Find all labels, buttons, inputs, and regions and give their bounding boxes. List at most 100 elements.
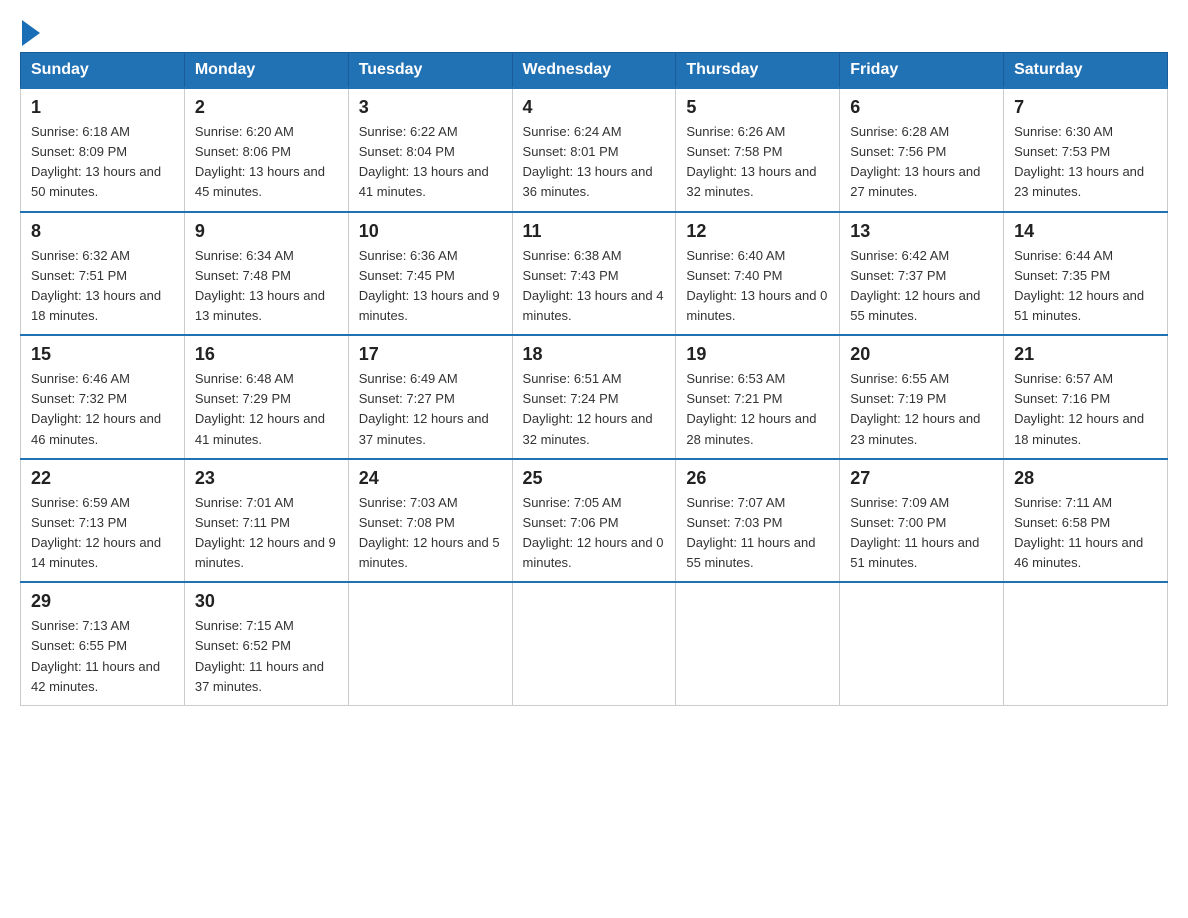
day-info: Sunrise: 6:18 AMSunset: 8:09 PMDaylight:… (31, 122, 174, 203)
day-number: 7 (1014, 97, 1157, 118)
calendar-cell: 11Sunrise: 6:38 AMSunset: 7:43 PMDayligh… (512, 212, 676, 336)
weekday-header-friday: Friday (840, 53, 1004, 89)
day-info: Sunrise: 7:11 AMSunset: 6:58 PMDaylight:… (1014, 493, 1157, 574)
calendar-cell: 9 Sunrise: 6:34 AMSunset: 7:48 PMDaylight… (184, 212, 348, 336)
calendar-cell: 28 Sunrise: 7:11 AMSunset: 6:58 PMDayligh… (1004, 459, 1168, 583)
calendar-cell: 17Sunrise: 6:49 AMSunset: 7:27 PMDayligh… (348, 335, 512, 459)
calendar-week-row: 15 Sunrise: 6:46 AMSunset: 7:32 PMDayligh… (21, 335, 1168, 459)
day-number: 10 (359, 221, 502, 242)
day-info: Sunrise: 6:30 AMSunset: 7:53 PMDaylight:… (1014, 122, 1157, 203)
day-info: Sunrise: 7:13 AMSunset: 6:55 PMDaylight:… (31, 616, 174, 697)
day-number: 27 (850, 468, 993, 489)
day-info: Sunrise: 6:49 AMSunset: 7:27 PMDaylight:… (359, 369, 502, 450)
calendar-cell (840, 582, 1004, 705)
day-number: 22 (31, 468, 174, 489)
day-info: Sunrise: 6:20 AMSunset: 8:06 PMDaylight:… (195, 122, 338, 203)
day-info: Sunrise: 6:34 AMSunset: 7:48 PMDaylight:… (195, 246, 338, 327)
day-number: 14 (1014, 221, 1157, 242)
day-number: 8 (31, 221, 174, 242)
day-number: 20 (850, 344, 993, 365)
weekday-header-saturday: Saturday (1004, 53, 1168, 89)
day-info: Sunrise: 6:59 AMSunset: 7:13 PMDaylight:… (31, 493, 174, 574)
day-info: Sunrise: 6:48 AMSunset: 7:29 PMDaylight:… (195, 369, 338, 450)
weekday-header-tuesday: Tuesday (348, 53, 512, 89)
day-number: 16 (195, 344, 338, 365)
day-number: 15 (31, 344, 174, 365)
calendar-cell: 30 Sunrise: 7:15 AMSunset: 6:52 PMDayligh… (184, 582, 348, 705)
day-number: 29 (31, 591, 174, 612)
page-header (20, 20, 1168, 42)
day-info: Sunrise: 6:53 AMSunset: 7:21 PMDaylight:… (686, 369, 829, 450)
calendar-cell: 19 Sunrise: 6:53 AMSunset: 7:21 PMDayligh… (676, 335, 840, 459)
calendar-cell: 7 Sunrise: 6:30 AMSunset: 7:53 PMDaylight… (1004, 88, 1168, 212)
calendar-cell: 25 Sunrise: 7:05 AMSunset: 7:06 PMDayligh… (512, 459, 676, 583)
calendar-cell: 24Sunrise: 7:03 AMSunset: 7:08 PMDayligh… (348, 459, 512, 583)
calendar-cell: 3 Sunrise: 6:22 AMSunset: 8:04 PMDaylight… (348, 88, 512, 212)
weekday-header-monday: Monday (184, 53, 348, 89)
day-number: 9 (195, 221, 338, 242)
day-number: 25 (523, 468, 666, 489)
day-info: Sunrise: 6:22 AMSunset: 8:04 PMDaylight:… (359, 122, 502, 203)
day-number: 28 (1014, 468, 1157, 489)
calendar-cell: 2 Sunrise: 6:20 AMSunset: 8:06 PMDaylight… (184, 88, 348, 212)
day-number: 2 (195, 97, 338, 118)
day-info: Sunrise: 7:15 AMSunset: 6:52 PMDaylight:… (195, 616, 338, 697)
day-info: Sunrise: 7:01 AMSunset: 7:11 PMDaylight:… (195, 493, 338, 574)
day-number: 24 (359, 468, 502, 489)
calendar-cell: 26Sunrise: 7:07 AMSunset: 7:03 PMDayligh… (676, 459, 840, 583)
day-number: 21 (1014, 344, 1157, 365)
day-number: 5 (686, 97, 829, 118)
calendar-cell: 15 Sunrise: 6:46 AMSunset: 7:32 PMDayligh… (21, 335, 185, 459)
calendar-cell: 29 Sunrise: 7:13 AMSunset: 6:55 PMDayligh… (21, 582, 185, 705)
day-info: Sunrise: 6:46 AMSunset: 7:32 PMDaylight:… (31, 369, 174, 450)
logo (20, 20, 40, 42)
weekday-header-sunday: Sunday (21, 53, 185, 89)
calendar-cell: 14 Sunrise: 6:44 AMSunset: 7:35 PMDayligh… (1004, 212, 1168, 336)
day-info: Sunrise: 7:09 AMSunset: 7:00 PMDaylight:… (850, 493, 993, 574)
day-number: 26 (686, 468, 829, 489)
calendar-cell: 8Sunrise: 6:32 AMSunset: 7:51 PMDaylight… (21, 212, 185, 336)
calendar-week-row: 8Sunrise: 6:32 AMSunset: 7:51 PMDaylight… (21, 212, 1168, 336)
day-number: 30 (195, 591, 338, 612)
day-number: 13 (850, 221, 993, 242)
calendar-cell: 21 Sunrise: 6:57 AMSunset: 7:16 PMDayligh… (1004, 335, 1168, 459)
calendar-week-row: 1Sunrise: 6:18 AMSunset: 8:09 PMDaylight… (21, 88, 1168, 212)
day-number: 12 (686, 221, 829, 242)
calendar-cell: 1Sunrise: 6:18 AMSunset: 8:09 PMDaylight… (21, 88, 185, 212)
day-number: 11 (523, 221, 666, 242)
calendar-cell: 10 Sunrise: 6:36 AMSunset: 7:45 PMDayligh… (348, 212, 512, 336)
day-number: 18 (523, 344, 666, 365)
calendar-week-row: 29 Sunrise: 7:13 AMSunset: 6:55 PMDayligh… (21, 582, 1168, 705)
calendar-cell (512, 582, 676, 705)
weekday-header-thursday: Thursday (676, 53, 840, 89)
day-info: Sunrise: 6:42 AMSunset: 7:37 PMDaylight:… (850, 246, 993, 327)
calendar-cell: 5 Sunrise: 6:26 AMSunset: 7:58 PMDaylight… (676, 88, 840, 212)
weekday-header-wednesday: Wednesday (512, 53, 676, 89)
calendar-cell: 27 Sunrise: 7:09 AMSunset: 7:00 PMDayligh… (840, 459, 1004, 583)
day-number: 4 (523, 97, 666, 118)
day-info: Sunrise: 6:36 AMSunset: 7:45 PMDaylight:… (359, 246, 502, 327)
day-info: Sunrise: 6:44 AMSunset: 7:35 PMDaylight:… (1014, 246, 1157, 327)
day-info: Sunrise: 6:51 AMSunset: 7:24 PMDaylight:… (523, 369, 666, 450)
day-info: Sunrise: 6:24 AMSunset: 8:01 PMDaylight:… (523, 122, 666, 203)
calendar-header-row: SundayMondayTuesdayWednesdayThursdayFrid… (21, 53, 1168, 89)
day-info: Sunrise: 6:26 AMSunset: 7:58 PMDaylight:… (686, 122, 829, 203)
day-number: 23 (195, 468, 338, 489)
calendar-cell (676, 582, 840, 705)
day-number: 6 (850, 97, 993, 118)
day-info: Sunrise: 6:57 AMSunset: 7:16 PMDaylight:… (1014, 369, 1157, 450)
calendar-cell: 23 Sunrise: 7:01 AMSunset: 7:11 PMDayligh… (184, 459, 348, 583)
day-info: Sunrise: 7:05 AMSunset: 7:06 PMDaylight:… (523, 493, 666, 574)
calendar-cell: 22 Sunrise: 6:59 AMSunset: 7:13 PMDayligh… (21, 459, 185, 583)
calendar-cell: 12Sunrise: 6:40 AMSunset: 7:40 PMDayligh… (676, 212, 840, 336)
logo-arrow-icon (22, 20, 40, 46)
day-info: Sunrise: 6:28 AMSunset: 7:56 PMDaylight:… (850, 122, 993, 203)
day-number: 3 (359, 97, 502, 118)
calendar-cell: 6 Sunrise: 6:28 AMSunset: 7:56 PMDaylight… (840, 88, 1004, 212)
calendar-cell: 4 Sunrise: 6:24 AMSunset: 8:01 PMDaylight… (512, 88, 676, 212)
calendar-week-row: 22 Sunrise: 6:59 AMSunset: 7:13 PMDayligh… (21, 459, 1168, 583)
calendar-table: SundayMondayTuesdayWednesdayThursdayFrid… (20, 52, 1168, 706)
day-number: 19 (686, 344, 829, 365)
calendar-cell: 20Sunrise: 6:55 AMSunset: 7:19 PMDayligh… (840, 335, 1004, 459)
calendar-cell (1004, 582, 1168, 705)
